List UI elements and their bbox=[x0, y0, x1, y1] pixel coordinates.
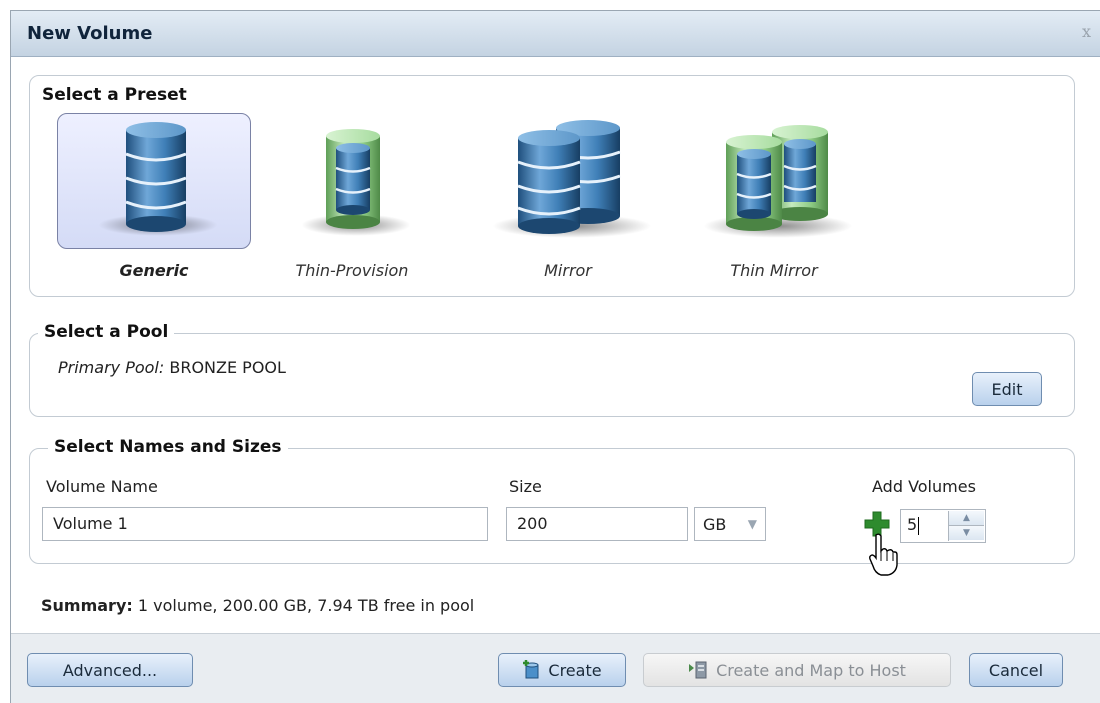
create-and-map-button[interactable]: Create and Map to Host bbox=[643, 653, 951, 687]
size-input[interactable]: 200 bbox=[506, 507, 688, 541]
summary: Summary: 1 volume, 200.00 GB, 7.94 TB fr… bbox=[41, 596, 474, 615]
pool-group: Select a Pool Primary Pool: BRONZE POOL … bbox=[29, 322, 1075, 417]
summary-text: 1 volume, 200.00 GB, 7.94 TB free in poo… bbox=[137, 596, 475, 615]
size-unit-value: GB bbox=[703, 514, 727, 534]
new-volume-dialog: New Volume x Select a Preset Generic Thi… bbox=[10, 10, 1100, 703]
add-volumes-label: Add Volumes bbox=[872, 477, 976, 496]
create-and-map-label: Create and Map to Host bbox=[716, 660, 906, 680]
preset-group: Select a Preset Generic Thin-Provision M… bbox=[29, 75, 1075, 297]
hand-cursor-icon bbox=[869, 533, 898, 576]
add-volumes-input[interactable]: 5 ▲ ▼ bbox=[900, 509, 986, 543]
edit-pool-button[interactable]: Edit bbox=[972, 372, 1042, 406]
mirror-database-icon bbox=[517, 120, 621, 234]
create-button-label: Create bbox=[548, 660, 602, 680]
volume-name-input[interactable]: Volume 1 bbox=[42, 507, 488, 541]
names-sizes-legend: Select Names and Sizes bbox=[48, 437, 288, 457]
preset-generic[interactable]: Generic bbox=[57, 113, 251, 280]
dialog-footer: Advanced... Create Create and Map to Hos… bbox=[11, 633, 1100, 703]
names-sizes-group: Select Names and Sizes Volume Name Volum… bbox=[29, 437, 1075, 576]
size-label: Size bbox=[509, 477, 542, 496]
text-caret bbox=[918, 516, 920, 535]
preset-thin-provision-label: Thin-Provision bbox=[295, 261, 409, 280]
database-icon bbox=[125, 122, 187, 232]
preset-thin-provision[interactable]: Thin-Provision bbox=[255, 113, 449, 280]
create-button[interactable]: Create bbox=[498, 653, 626, 687]
thin-database-icon bbox=[326, 129, 380, 229]
dialog-titlebar: New Volume x bbox=[11, 11, 1100, 57]
spinner-down-icon[interactable]: ▼ bbox=[949, 526, 984, 540]
pool-legend: Select a Pool bbox=[38, 322, 175, 342]
close-icon[interactable]: x bbox=[1082, 22, 1091, 41]
summary-label: Summary: bbox=[41, 596, 133, 615]
spinner-buttons[interactable]: ▲ ▼ bbox=[948, 511, 984, 541]
dialog-title: New Volume bbox=[27, 23, 153, 44]
volume-name-label: Volume Name bbox=[46, 477, 158, 496]
spinner-up-icon[interactable]: ▲ bbox=[949, 511, 984, 526]
primary-pool-value: BRONZE POOL bbox=[169, 358, 286, 377]
cancel-button[interactable]: Cancel bbox=[969, 653, 1063, 687]
map-to-host-icon bbox=[689, 661, 707, 679]
preset-mirror-label: Mirror bbox=[544, 261, 592, 280]
create-volume-icon bbox=[523, 660, 539, 679]
primary-pool-label: Primary Pool: bbox=[58, 358, 165, 377]
preset-thin-mirror-label: Thin Mirror bbox=[730, 261, 818, 280]
preset-generic-label: Generic bbox=[119, 261, 189, 280]
preset-mirror[interactable]: Mirror bbox=[471, 113, 665, 280]
thin-mirror-database-icon bbox=[726, 125, 828, 231]
chevron-down-icon: ▼ bbox=[747, 517, 757, 531]
preset-legend: Select a Preset bbox=[42, 85, 187, 105]
preset-thin-mirror[interactable]: Thin Mirror bbox=[677, 113, 871, 280]
size-unit-select[interactable]: GB ▼ bbox=[694, 507, 766, 541]
advanced-button[interactable]: Advanced... bbox=[27, 653, 193, 687]
add-volumes-value: 5 bbox=[907, 515, 918, 534]
primary-pool-row: Primary Pool: BRONZE POOL bbox=[58, 358, 286, 377]
